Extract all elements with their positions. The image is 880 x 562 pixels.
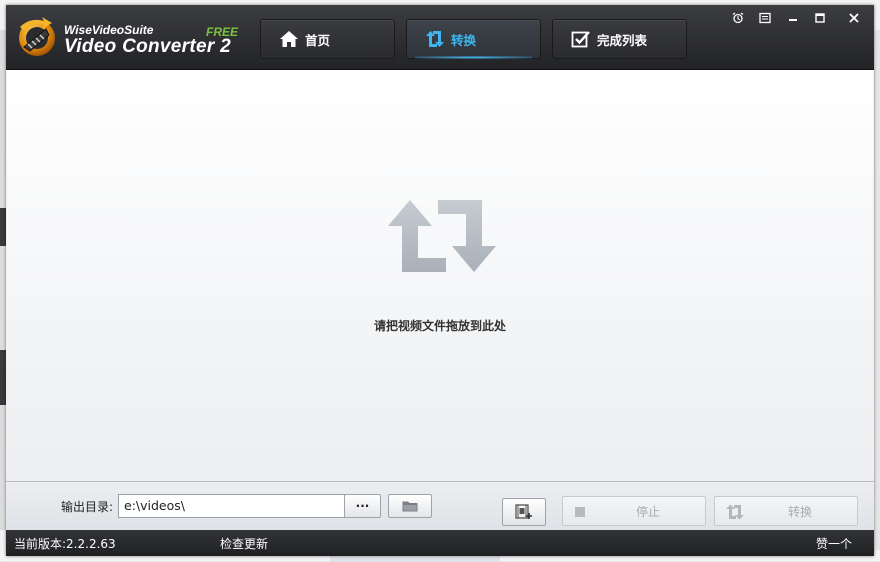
tab-home[interactable]: 首页	[260, 19, 395, 59]
product-name: Video Converter 2	[64, 36, 231, 57]
home-icon	[279, 29, 299, 49]
tab-convert[interactable]: 转换	[406, 19, 541, 59]
menu-button[interactable]	[753, 8, 777, 28]
folder-icon	[402, 501, 418, 512]
title-bar: WiseVideoSuite FREE Video Converter 2 首页…	[6, 5, 874, 70]
browse-dots-button[interactable]: ···	[344, 494, 381, 518]
output-toolbar: 输出目录: ··· 停止 转换	[6, 481, 874, 530]
status-bar: 当前版本:2.2.2.63 检查更新 赞一个	[6, 530, 874, 556]
background-window-right	[873, 30, 880, 550]
tab-convert-label: 转换	[451, 32, 477, 48]
add-video-icon	[515, 504, 532, 519]
minimize-icon	[789, 19, 797, 21]
minimize-button[interactable]	[781, 8, 805, 28]
output-dir-label: 输出目录:	[61, 500, 114, 514]
app-window: WiseVideoSuite FREE Video Converter 2 首页…	[6, 5, 874, 556]
close-icon	[849, 13, 859, 23]
checklist-icon	[571, 29, 591, 49]
brand-name: WiseVideoSuite	[64, 23, 154, 37]
convert-label: 转换	[787, 504, 812, 519]
maximize-button[interactable]	[808, 8, 832, 28]
alarm-button[interactable]	[726, 8, 750, 28]
output-path-input[interactable]	[119, 495, 339, 516]
convert-small-icon	[726, 504, 744, 520]
check-update-link[interactable]: 检查更新	[220, 535, 268, 552]
version-text: 当前版本:2.2.2.63	[14, 537, 116, 551]
tab-home-label: 首页	[305, 32, 331, 48]
stop-label: 停止	[635, 504, 660, 519]
add-video-button[interactable]	[502, 498, 546, 526]
maximize-icon	[815, 13, 825, 23]
stop-icon	[575, 507, 585, 517]
close-button[interactable]	[842, 8, 866, 28]
like-link[interactable]: 赞一个	[816, 535, 852, 552]
output-path-field[interactable]	[118, 494, 346, 518]
tab-finished-list[interactable]: 完成列表	[552, 19, 687, 59]
alarm-icon	[732, 12, 744, 24]
menu-icon	[759, 12, 771, 24]
drop-hint: 请把视频文件拖放到此处	[373, 319, 506, 333]
convert-large-icon	[388, 200, 496, 272]
stop-button[interactable]: 停止	[562, 496, 706, 526]
browse-dots-label: ···	[355, 499, 370, 513]
tab-finished-list-label: 完成列表	[597, 32, 648, 48]
convert-icon	[425, 29, 445, 49]
open-folder-button[interactable]	[388, 494, 432, 518]
app-logo-icon	[19, 17, 55, 56]
drop-area[interactable]: 请把视频文件拖放到此处	[7, 70, 873, 481]
convert-button[interactable]: 转换	[714, 496, 858, 526]
